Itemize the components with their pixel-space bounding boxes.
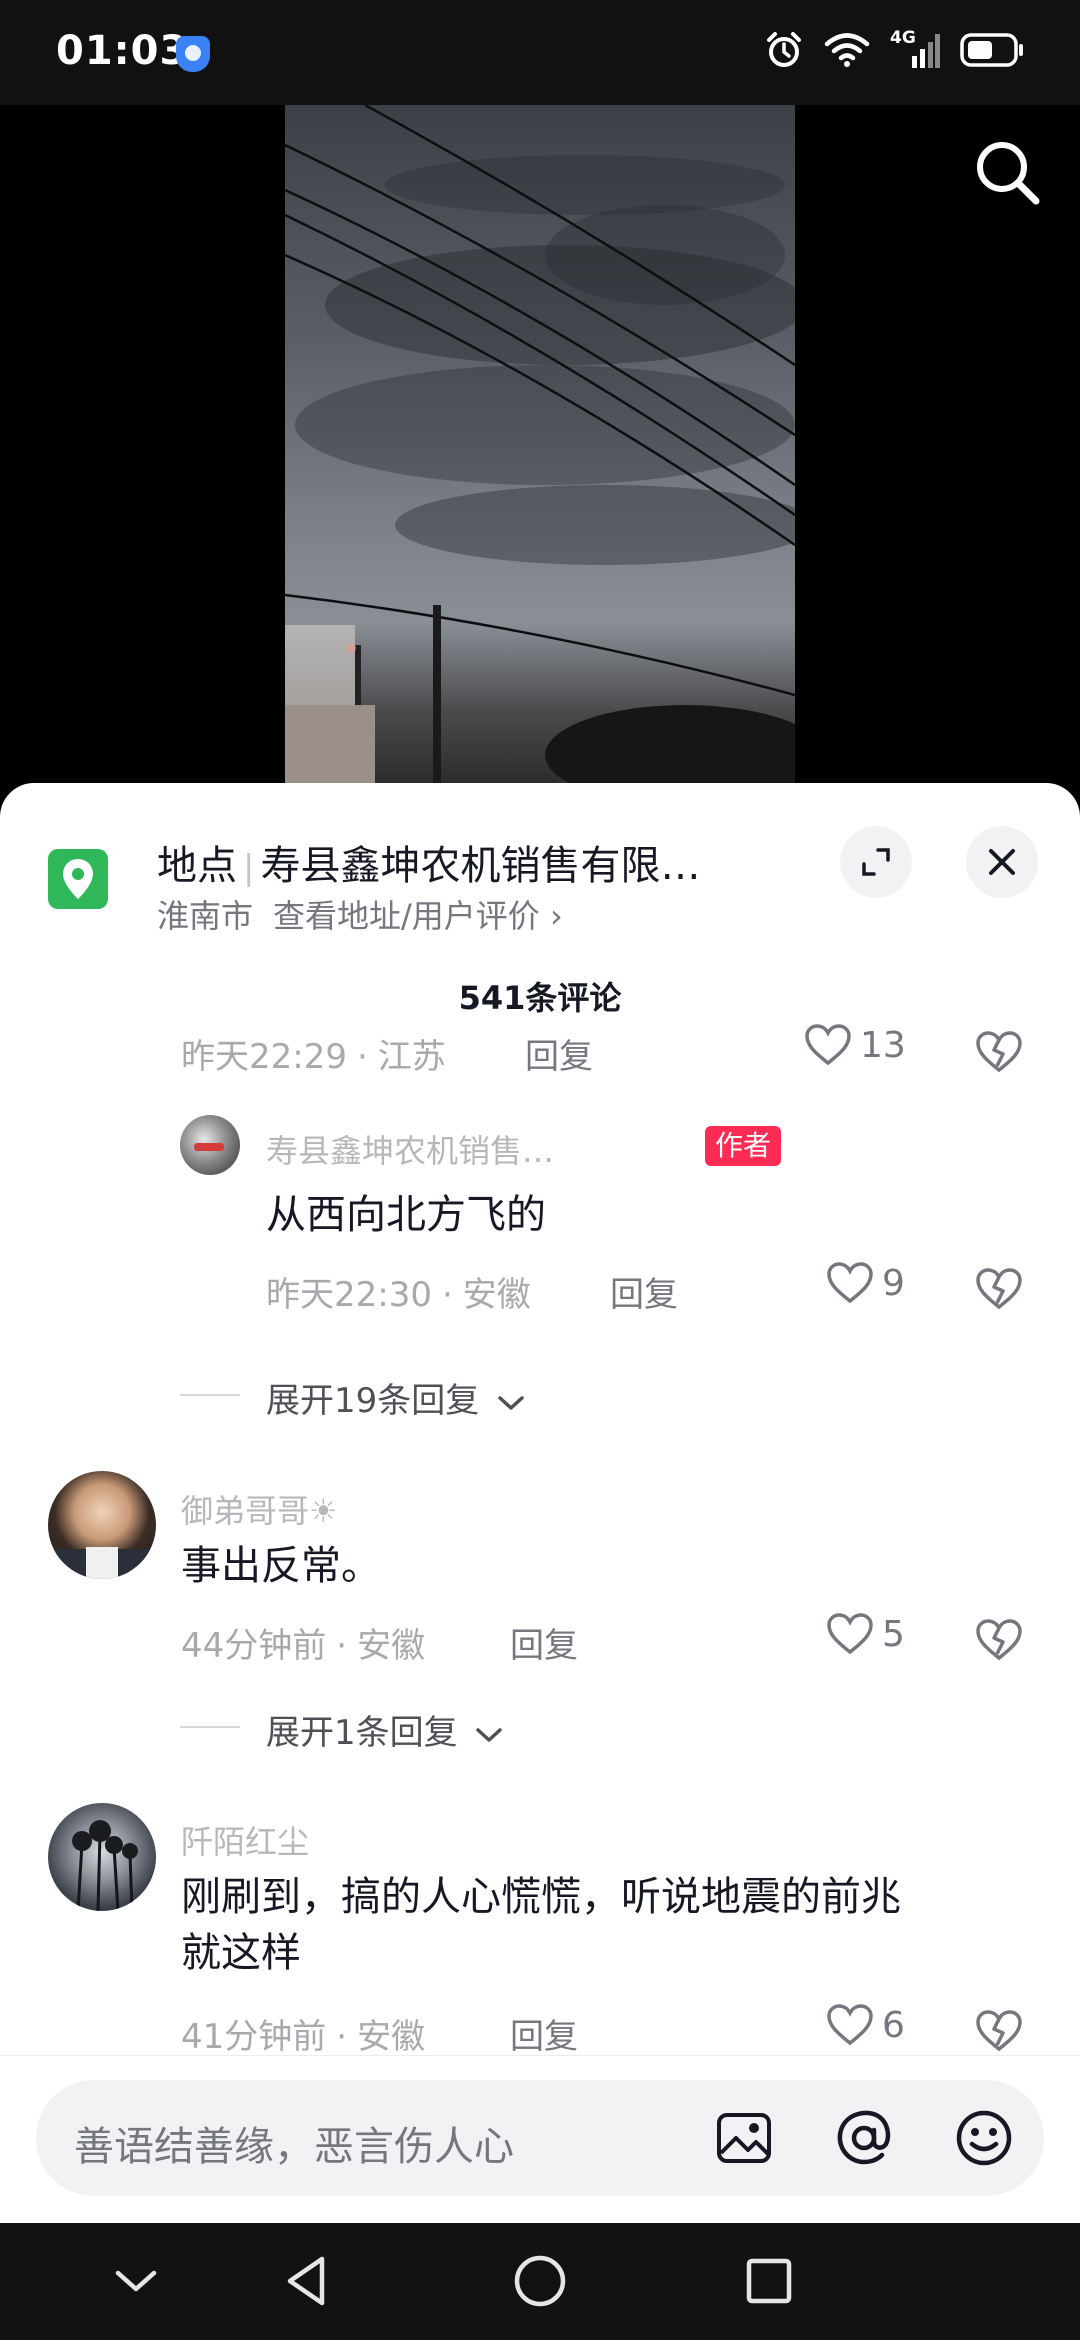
input-placeholder: 善语结善缘，恶言伤人心 (74, 2124, 514, 2170)
username[interactable]: 寿县鑫坤农机销售… (266, 1126, 554, 1172)
search-icon[interactable] (968, 133, 1048, 213)
comment-meta: 昨天22:29 · 江苏 (181, 1037, 446, 1077)
comment-count: 541条评论 (458, 979, 622, 1017)
comment-text: 从西向北方飞的 (266, 1192, 546, 1238)
alarm-icon (767, 32, 801, 67)
author-tag: 作者 (705, 1126, 782, 1166)
expand-replies-label: 展开19条回复 (266, 1381, 480, 1421)
expand-button[interactable] (840, 826, 912, 898)
location-link[interactable]: 查看地址/用户评价 › (273, 897, 563, 935)
comment-time: 44分钟前 (181, 1626, 327, 1666)
home-icon[interactable] (508, 2249, 572, 2313)
battery-icon (960, 33, 1023, 67)
comment-region: 安徽 (462, 1275, 531, 1315)
comment-meta: 昨天22:30 · 安徽 (266, 1275, 531, 1315)
broken-heart-icon[interactable] (975, 1618, 1023, 1662)
cellular-signal: 4G (890, 28, 940, 70)
like-button[interactable]: 9 (826, 1261, 905, 1305)
expand-replies-button[interactable]: 展开19条回复 (266, 1373, 526, 1422)
broken-heart-icon[interactable] (975, 1030, 1023, 1074)
video-frame[interactable] (285, 105, 795, 795)
expand-icon (862, 848, 890, 876)
status-bar: 01:03 4G (0, 0, 1080, 105)
status-icons: 4G (764, 28, 1024, 70)
back-icon[interactable] (276, 2249, 340, 2313)
system-navigation-bar (0, 2223, 1080, 2340)
like-button[interactable]: 5 (826, 1612, 905, 1656)
reply-button[interactable]: 回复 (525, 1029, 593, 1078)
video-player[interactable] (0, 105, 1080, 795)
comment-input-bar: 善语结善缘，恶言伤人心 (0, 2055, 1080, 2225)
chevron-down-icon[interactable] (104, 2249, 168, 2313)
avatar[interactable] (48, 1803, 156, 1911)
at-icon[interactable] (834, 2108, 894, 2168)
location-city: 淮南市 (157, 897, 254, 935)
reply-button[interactable]: 回复 (510, 1618, 578, 1667)
location-header[interactable]: 地点 | 寿县鑫坤农机销售有限… 淮南市 查看地址/用户评价 › (0, 783, 1080, 935)
comment-region: 安徽 (357, 1626, 426, 1666)
like-count: 5 (882, 1613, 905, 1655)
comment-input[interactable]: 善语结善缘，恶言伤人心 (36, 2080, 1044, 2196)
recents-icon[interactable] (737, 2249, 801, 2313)
close-icon (989, 849, 1015, 875)
heart-icon (827, 1262, 873, 1304)
expand-replies-button[interactable]: 展开1条回复 (266, 1705, 504, 1754)
location-name: 寿县鑫坤农机销售有限… (260, 843, 701, 889)
reply-button[interactable]: 回复 (610, 1267, 678, 1316)
comment-time: 41分钟前 (181, 2017, 327, 2057)
comment-text: 刚刷到，搞的人心慌慌，听说地震的前兆 就这样 (181, 1869, 901, 1981)
location-subtitle[interactable]: 淮南市 查看地址/用户评价 › (157, 891, 563, 937)
divider (180, 1726, 240, 1728)
comment-text-line: 就这样 (181, 1930, 301, 1976)
username[interactable]: 阡陌红尘 (181, 1817, 309, 1863)
signal-icon (912, 34, 940, 68)
comment-sheet: 地点 | 寿县鑫坤农机销售有限… 淮南市 查看地址/用户评价 › 541条评论 昨天2… (0, 783, 1080, 2223)
comment-time: 昨天22:30 (266, 1275, 432, 1315)
like-button[interactable]: 13 (804, 1023, 906, 1067)
location-title[interactable]: 地点 | 寿县鑫坤农机销售有限… (157, 833, 700, 891)
close-button[interactable] (966, 826, 1038, 898)
comment-region: 江苏 (377, 1037, 446, 1077)
heart-icon (827, 2004, 873, 2046)
image-icon[interactable] (714, 2108, 774, 2168)
comment-time: 昨天22:29 (181, 1037, 347, 1077)
reply-button[interactable]: 回复 (510, 2009, 578, 2058)
like-button[interactable]: 6 (826, 2003, 905, 2047)
chevron-down-icon (498, 1395, 524, 1410)
expand-replies-label: 展开1条回复 (266, 1713, 458, 1753)
emoji-icon[interactable] (954, 2108, 1014, 2168)
heart-icon (805, 1024, 851, 1066)
like-count: 6 (882, 2004, 905, 2046)
shield-icon (176, 36, 210, 72)
heart-icon (827, 1613, 873, 1655)
status-time: 01:03 (56, 28, 189, 74)
username[interactable]: 御弟哥哥☀ (181, 1486, 338, 1532)
broken-heart-icon[interactable] (975, 1267, 1023, 1311)
avatar[interactable] (180, 1115, 240, 1175)
wifi-icon (824, 33, 870, 67)
comment-text: 事出反常。 (181, 1543, 381, 1589)
divider (180, 1394, 240, 1396)
chevron-down-icon (476, 1727, 503, 1742)
video-thumbnail (285, 105, 795, 795)
comment-meta: 41分钟前 · 安徽 (181, 2017, 426, 2057)
comment-region: 安徽 (357, 2017, 426, 2057)
like-count: 13 (860, 1024, 906, 1066)
avatar[interactable] (48, 1471, 156, 1579)
like-count: 9 (882, 1262, 905, 1304)
comment-meta: 44分钟前 · 安徽 (181, 1626, 426, 1666)
broken-heart-icon[interactable] (975, 2009, 1023, 2053)
location-pin-icon (48, 849, 108, 909)
location-label: 地点 (157, 843, 237, 889)
comment-text-line: 刚刷到，搞的人心慌慌，听说地震的前兆 (181, 1874, 901, 1920)
